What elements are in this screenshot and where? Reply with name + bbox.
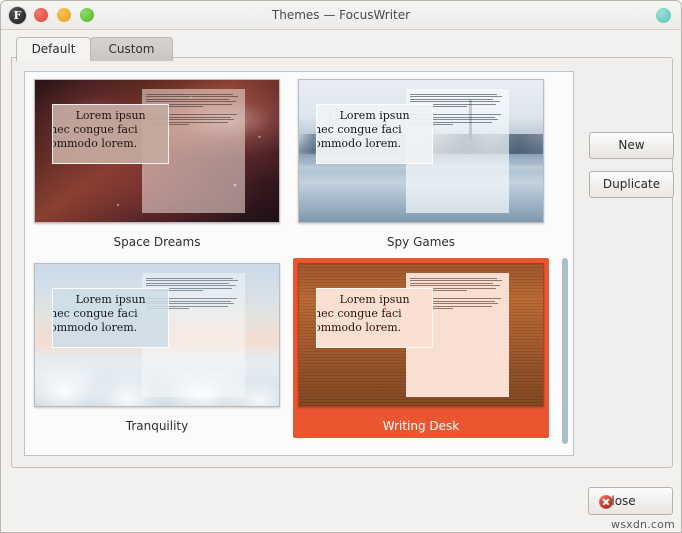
duplicate-theme-button[interactable]: Duplicate	[589, 171, 674, 198]
theme-tile-tranquility[interactable]: Lorem ipsun nec congue faci ommodo lorem…	[29, 258, 285, 438]
theme-thumbnail: Lorem ipsun nec congue faci ommodo lorem…	[298, 79, 544, 223]
theme-tile-space-dreams[interactable]: Lorem ipsun nec congue faci ommodo lorem…	[29, 74, 285, 254]
theme-text-sample: Lorem ipsun nec congue faci ommodo lorem…	[316, 104, 434, 164]
titlebar: F Themes — FocusWriter	[1, 1, 681, 30]
theme-name-label: Spy Games	[386, 235, 456, 249]
theme-name-label: Tranquility	[125, 419, 189, 433]
theme-list-scrollarea[interactable]: Lorem ipsun nec congue faci ommodo lorem…	[24, 71, 574, 456]
theme-text-sample: Lorem ipsun nec congue faci ommodo lorem…	[316, 288, 434, 348]
tab-default[interactable]: Default	[16, 37, 91, 61]
new-theme-button[interactable]: New	[589, 132, 674, 159]
themes-dialog-window: F Themes — FocusWriter Default Custom Lo…	[0, 0, 682, 533]
theme-grid: Lorem ipsun nec congue faci ommodo lorem…	[25, 72, 561, 455]
theme-list-scrollbar[interactable]	[562, 74, 571, 453]
theme-tile-spy-games[interactable]: Lorem ipsun nec congue faci ommodo lorem…	[293, 74, 549, 254]
window-title: Themes — FocusWriter	[271, 8, 411, 22]
status-indicator-icon[interactable]	[656, 8, 671, 23]
theme-thumbnail: Lorem ipsun nec congue faci ommodo lorem…	[34, 263, 280, 407]
tabstrip: Default Custom	[1, 30, 681, 61]
tab-page-default: Lorem ipsun nec congue faci ommodo lorem…	[11, 57, 674, 468]
watermark: wsxdn.com	[611, 518, 675, 531]
scrollbar-thumb[interactable]	[562, 258, 568, 444]
theme-text-sample: Lorem ipsun nec congue faci ommodo lorem…	[52, 288, 170, 348]
theme-name-label: Writing Desk	[382, 419, 460, 433]
theme-text-sample: Lorem ipsun nec congue faci ommodo lorem…	[52, 104, 170, 164]
tab-custom[interactable]: Custom	[90, 37, 173, 61]
theme-thumbnail: Lorem ipsun nec congue faci ommodo lorem…	[34, 79, 280, 223]
close-button[interactable]: Close	[588, 487, 673, 515]
theme-thumbnail: Lorem ipsun nec congue faci ommodo lorem…	[298, 263, 544, 407]
theme-name-label: Space Dreams	[113, 235, 201, 249]
theme-tile-writing-desk[interactable]: Lorem ipsun nec congue faci ommodo lorem…	[293, 258, 549, 438]
error-circle-icon	[599, 495, 613, 509]
